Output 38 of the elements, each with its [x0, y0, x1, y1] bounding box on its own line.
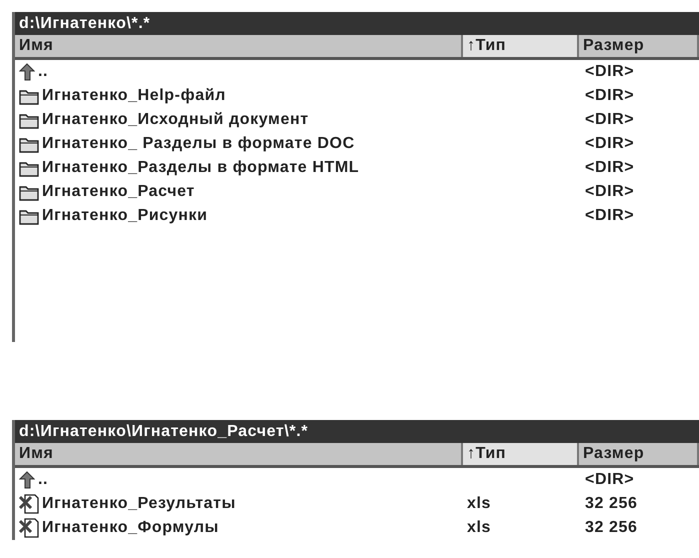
file-size: 32 256	[585, 519, 638, 537]
up-arrow-icon	[19, 471, 35, 489]
panel-title: d:\Игнатенко\Игнатенко_Расчет\*.*	[15, 420, 699, 443]
file-name[interactable]: Игнатенко_Help-файл	[42, 87, 226, 105]
up-arrow-icon	[19, 63, 35, 81]
file-name[interactable]: Игнатенко_Формулы	[42, 519, 219, 537]
file-size: <DIR>	[585, 63, 634, 81]
folder-icon	[19, 136, 39, 152]
column-header[interactable]: ↑Тип	[463, 35, 579, 57]
file-size: <DIR>	[585, 87, 634, 105]
spreadsheet-icon	[19, 518, 39, 538]
file-size: <DIR>	[585, 183, 634, 201]
column-header[interactable]: Размер	[579, 443, 699, 465]
file-name[interactable]: ..	[38, 471, 48, 489]
folder-icon	[19, 208, 39, 224]
column-header[interactable]: ↑Тип	[463, 443, 579, 465]
spreadsheet-icon	[19, 494, 39, 514]
file-size: <DIR>	[585, 207, 634, 225]
file-name[interactable]: Игнатенко_Рисунки	[42, 207, 208, 225]
file-size: <DIR>	[585, 111, 634, 129]
file-size: <DIR>	[585, 471, 634, 489]
file-type: xls	[467, 519, 492, 537]
folder-icon	[19, 184, 39, 200]
file-name[interactable]: Игнатенко_Исходный документ	[42, 111, 309, 129]
file-name[interactable]: Игнатенко_Результаты	[42, 495, 236, 513]
file-name[interactable]: ..	[38, 63, 48, 81]
file-name[interactable]: Игнатенко_Расчет	[42, 183, 195, 201]
folder-icon	[19, 160, 39, 176]
file-name[interactable]: Игнатенко_Разделы в формате HTML	[42, 159, 360, 177]
file-type: xls	[467, 495, 492, 513]
file-size: <DIR>	[585, 135, 634, 153]
folder-icon	[19, 88, 39, 104]
file-name[interactable]: Игнатенко_ Разделы в формате DOC	[42, 135, 355, 153]
file-size: 32 256	[585, 495, 638, 513]
column-header[interactable]: Размер	[579, 35, 699, 57]
panel-title: d:\Игнатенко\*.*	[15, 12, 699, 35]
folder-icon	[19, 112, 39, 128]
file-size: <DIR>	[585, 159, 634, 177]
